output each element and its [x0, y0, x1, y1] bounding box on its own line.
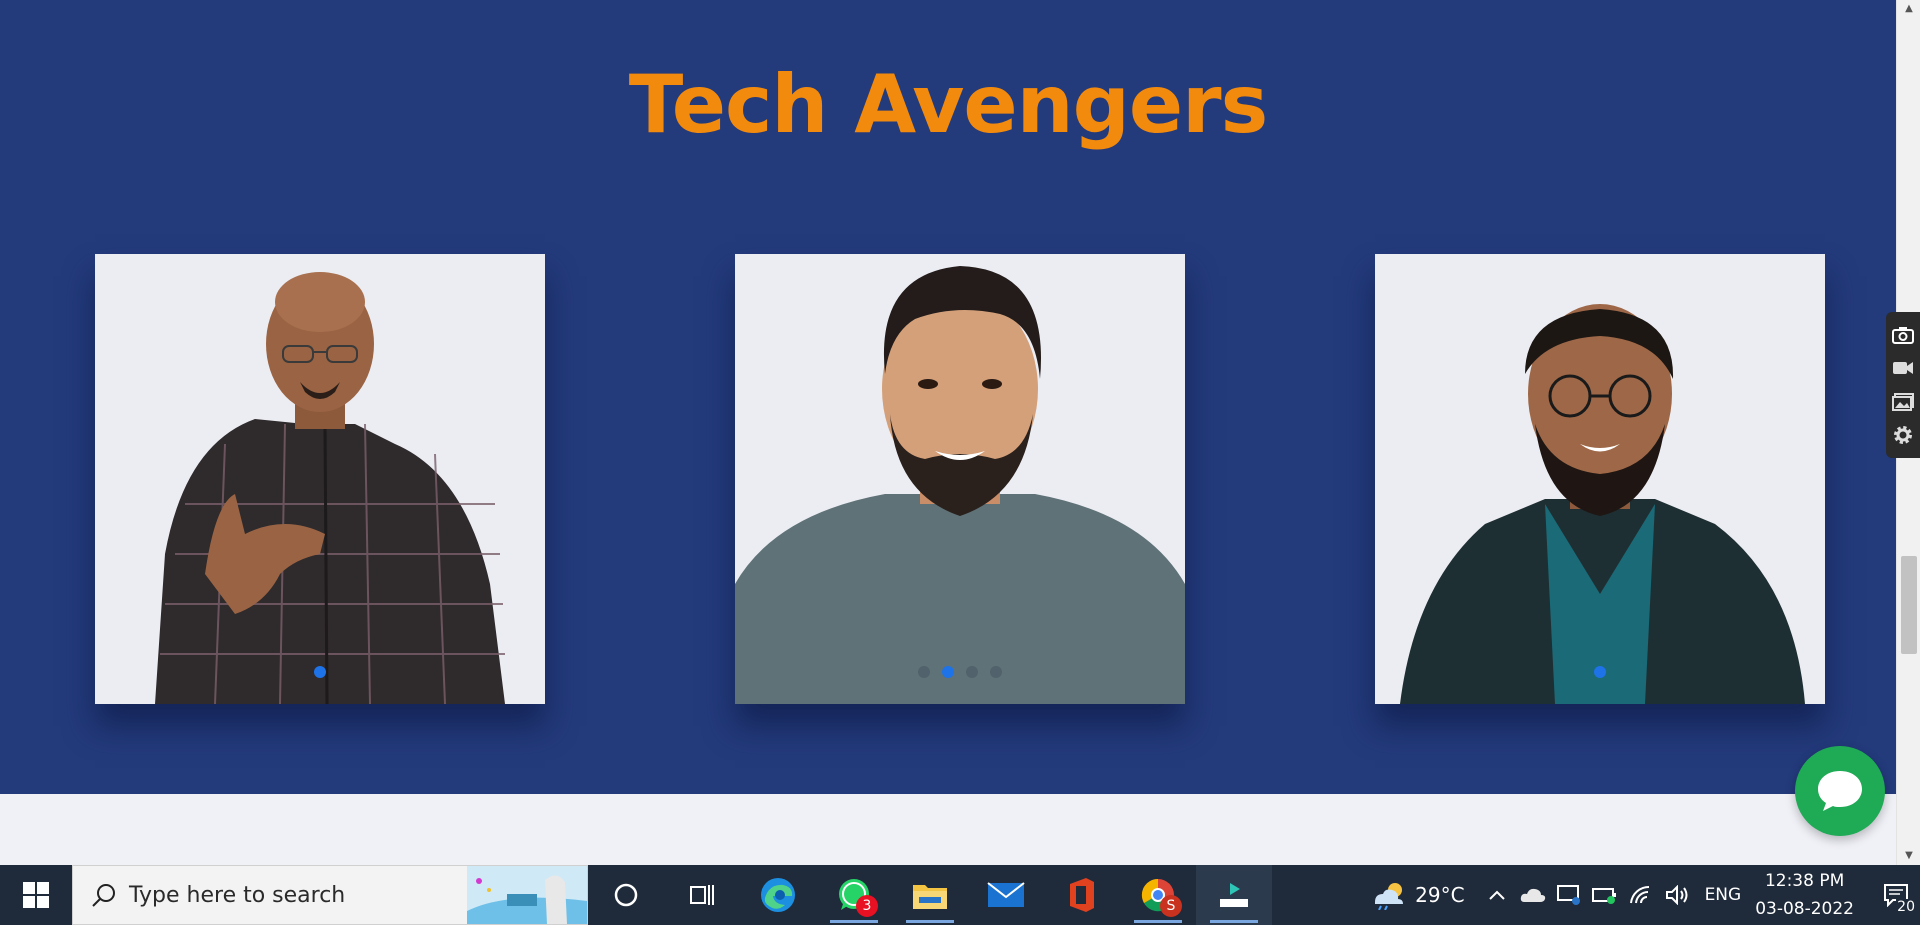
recorder-app-icon — [1220, 883, 1248, 907]
taskbar-edge[interactable] — [740, 865, 816, 925]
volume-tray[interactable] — [1659, 865, 1695, 925]
edge-browser-icon — [761, 878, 795, 912]
carousel-dots — [1375, 666, 1825, 678]
onedrive-cloud-icon — [1520, 888, 1545, 902]
taskbar-mail[interactable] — [968, 865, 1044, 925]
task-view-button[interactable] — [664, 865, 740, 925]
scroll-thumb[interactable] — [1901, 556, 1917, 654]
input-language[interactable]: ENG — [1705, 885, 1742, 905]
weather-widget[interactable]: 29°C — [1371, 880, 1465, 910]
carousel-dot[interactable] — [990, 666, 1002, 678]
taskbar-search-box[interactable]: Type here to search — [72, 865, 588, 925]
cortana-button[interactable] — [588, 865, 664, 925]
windows-taskbar: Type here to search 3 S 29°C ENG 12:38 P… — [0, 865, 1920, 925]
office-icon — [1070, 878, 1094, 912]
clock-time: 12:38 PM — [1764, 871, 1845, 891]
search-icon — [92, 884, 115, 907]
avenger-card-3[interactable] — [1375, 254, 1825, 704]
taskbar-whatsapp[interactable]: 3 — [816, 865, 892, 925]
carousel-dot[interactable] — [918, 666, 930, 678]
windows-logo-icon — [23, 882, 49, 908]
chat-widget-button[interactable] — [1795, 746, 1885, 836]
show-hidden-icons-button[interactable] — [1479, 865, 1515, 925]
gallery-icon[interactable] — [1891, 390, 1915, 414]
taskbar-clock[interactable]: 12:38 PM 03-08-2022 — [1755, 867, 1854, 923]
avenger-card-1[interactable] — [95, 254, 545, 704]
mail-icon — [987, 882, 1025, 907]
taskbar-file-explorer[interactable] — [892, 865, 968, 925]
web-page: Tech Avengers — [0, 0, 1896, 865]
action-center-button[interactable]: 20 — [1872, 865, 1920, 925]
scroll-down-icon[interactable]: ▼ — [1897, 847, 1920, 865]
tech-avengers-section: Tech Avengers — [0, 0, 1896, 794]
carousel-dot-active[interactable] — [1594, 666, 1606, 678]
taskbar-office[interactable] — [1044, 865, 1120, 925]
system-tray: 29°C ENG 12:38 PM 03-08-2022 20 — [1371, 865, 1920, 925]
battery-tray[interactable] — [1587, 865, 1623, 925]
person-photo-3 — [1375, 254, 1825, 704]
wifi-icon — [1629, 885, 1649, 904]
carousel-dots — [95, 666, 545, 678]
onedrive-tray[interactable] — [1515, 865, 1551, 925]
wifi-tray[interactable] — [1623, 865, 1659, 925]
settings-gear-icon[interactable] — [1891, 423, 1915, 447]
screen-share-icon — [1556, 885, 1580, 905]
task-view-icon — [690, 885, 714, 905]
weather-temperature: 29°C — [1415, 883, 1465, 907]
folder-icon — [913, 885, 947, 909]
avenger-card-2[interactable] — [735, 254, 1185, 704]
search-placeholder: Type here to search — [129, 882, 346, 908]
person-photo-1 — [95, 254, 545, 704]
video-camera-icon[interactable] — [1891, 356, 1915, 380]
notification-count: 20 — [1896, 899, 1916, 915]
carousel-dots — [735, 666, 1185, 678]
carousel-dot[interactable] — [966, 666, 978, 678]
scroll-up-icon[interactable]: ▲ — [1897, 0, 1920, 18]
speaker-volume-icon — [1665, 885, 1688, 905]
start-button[interactable] — [0, 865, 72, 925]
taskbar-chrome[interactable]: S — [1120, 865, 1196, 925]
chevron-up-icon — [1488, 890, 1505, 900]
section-title: Tech Avengers — [628, 58, 1268, 151]
search-highlight-illustration — [467, 866, 587, 924]
meet-now-tray[interactable] — [1551, 865, 1587, 925]
chrome-profile-badge: S — [1160, 895, 1182, 917]
capture-toolbar — [1886, 312, 1920, 458]
taskbar-screen-recorder[interactable] — [1196, 865, 1272, 925]
clock-date: 03-08-2022 — [1755, 899, 1854, 919]
carousel-dot-active[interactable] — [314, 666, 326, 678]
whatsapp-unread-badge: 3 — [856, 895, 878, 917]
person-photo-2 — [735, 254, 1185, 704]
battery-charging-icon — [1591, 888, 1616, 904]
chat-bubble-icon — [1818, 771, 1862, 811]
weather-cloud-sun-icon — [1375, 883, 1404, 910]
camera-icon[interactable] — [1891, 323, 1915, 347]
carousel-dot-active[interactable] — [942, 666, 954, 678]
cortana-circle-icon — [614, 883, 638, 907]
